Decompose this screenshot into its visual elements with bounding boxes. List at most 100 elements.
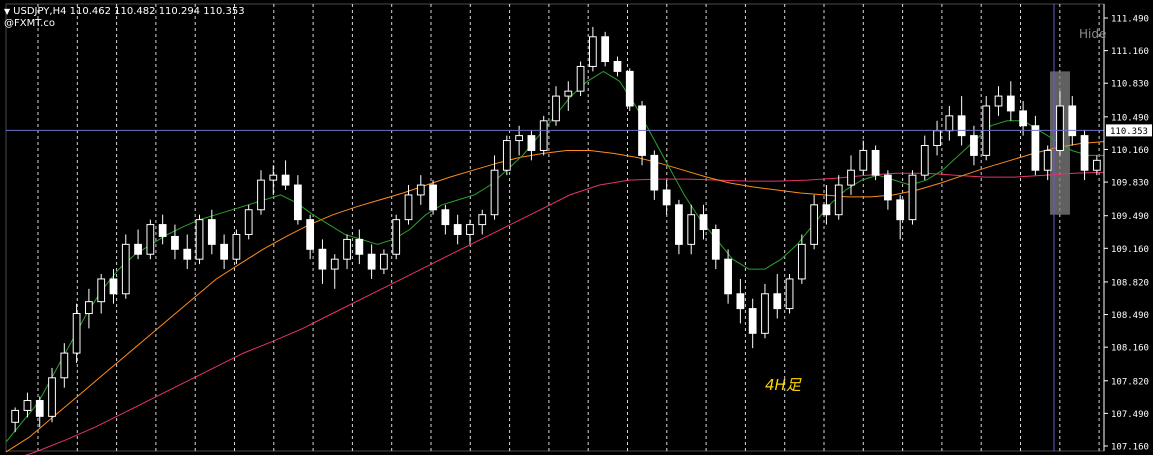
candle-body	[908, 174, 917, 221]
candle-body	[453, 224, 462, 235]
hide-button[interactable]: Hide	[1079, 27, 1106, 41]
candle-body	[613, 60, 622, 72]
candle-body	[687, 214, 696, 245]
candle-body	[552, 95, 560, 122]
symbol-line: ▼ USDJPY,H4 110.462 110.482 110.294 110.3…	[4, 6, 245, 18]
candle-body	[343, 238, 351, 260]
candle-body	[785, 278, 794, 310]
candle-body	[834, 184, 843, 216]
candle-body	[1019, 110, 1027, 127]
candle-body	[699, 214, 708, 231]
candle-body	[257, 179, 265, 211]
reference-lines	[6, 4, 1104, 451]
candle-body	[564, 90, 573, 97]
candle-body	[502, 140, 511, 171]
candle-body	[121, 243, 130, 295]
candle-body	[466, 224, 474, 235]
candle-body	[367, 253, 376, 270]
y-tick-label: 107.820	[1111, 377, 1149, 387]
candle-body	[1043, 149, 1052, 171]
candle-body	[146, 224, 155, 255]
candle-body	[97, 278, 106, 303]
candle-body	[601, 36, 610, 62]
candle-body	[244, 209, 253, 235]
candle-body	[1068, 105, 1077, 137]
candle-body	[416, 184, 425, 196]
candle-body	[1080, 135, 1089, 171]
y-tick-label: 111.160	[1111, 47, 1149, 57]
candle-body	[859, 149, 868, 171]
candle-body	[441, 209, 450, 226]
candle-body	[318, 248, 327, 270]
y-tick-label: 108.820	[1111, 278, 1149, 288]
candle-body	[970, 135, 978, 156]
y-tick-label: 108.160	[1111, 344, 1149, 354]
candle-body	[23, 400, 32, 411]
candle-body	[994, 95, 1003, 107]
candle-body	[945, 115, 954, 132]
candle-body	[515, 135, 524, 142]
candle-body	[158, 224, 167, 237]
candle-body	[884, 174, 892, 201]
candle-body	[675, 204, 683, 245]
candle-body	[1092, 159, 1101, 171]
candle-body	[748, 308, 757, 334]
candle-body	[957, 115, 966, 137]
candle-body	[871, 149, 880, 176]
candle-body	[35, 400, 44, 417]
chart-header: ▼ USDJPY,H4 110.462 110.482 110.294 110.3…	[4, 6, 245, 30]
y-tick-label: 110.490	[1111, 113, 1149, 123]
candle-body	[810, 204, 819, 245]
candle-body	[109, 278, 118, 295]
candle-body	[896, 199, 905, 221]
candle-body	[85, 301, 93, 315]
candle-body	[355, 238, 364, 255]
candle-body	[195, 219, 204, 260]
candle-body	[60, 352, 69, 379]
candle-body	[797, 243, 806, 280]
broker-label: @FXMT.co	[4, 18, 55, 29]
y-tick-label: 109.160	[1111, 245, 1149, 255]
candle-body	[527, 135, 536, 151]
candle-body	[724, 258, 732, 295]
candle-body	[773, 293, 782, 310]
candle-body	[429, 184, 437, 211]
candle-body	[293, 184, 302, 221]
candle-body	[72, 313, 81, 354]
price-chart[interactable]: 111.490 111.160 110.830 110.490 110.160 109.8…	[0, 0, 1153, 455]
candle-body	[404, 194, 413, 221]
y-tick-label: 108.490	[1111, 311, 1149, 321]
price-axis: 111.490 111.160 110.830 110.490 110.160 109.8…	[1103, 4, 1152, 453]
timeframe-annotation: 4H足	[765, 376, 801, 394]
candle-body	[330, 258, 339, 270]
chart-window[interactable]: 111.490 111.160 110.830 110.490 110.160 109.8…	[0, 0, 1153, 455]
y-tick-label: 110.160	[1111, 146, 1149, 156]
candle-body	[48, 377, 56, 417]
candle-body	[1056, 105, 1064, 151]
candle-body	[1006, 95, 1015, 112]
ma-mid-line	[5, 141, 1105, 453]
symbol-quote: USDJPY,H4 110.462 110.482 110.294 110.35…	[13, 6, 245, 17]
candle-body	[11, 409, 20, 423]
candles	[11, 26, 1101, 433]
candle-body	[478, 214, 487, 226]
candle-body	[576, 65, 585, 92]
candle-body	[232, 233, 241, 260]
candle-body	[269, 174, 278, 181]
y-tick-label: 109.490	[1111, 212, 1149, 222]
candle-body	[822, 204, 831, 216]
candle-body	[662, 189, 671, 206]
current-price-label: 110.353	[1110, 127, 1148, 137]
candle-body	[711, 229, 720, 260]
ma-slow-line	[24, 171, 1105, 455]
y-tick-label: 109.830	[1111, 179, 1149, 189]
dropdown-triangle-icon[interactable]: ▼	[4, 7, 10, 16]
candle-body	[920, 145, 929, 176]
grid-lines	[5, 3, 1105, 452]
candle-body	[207, 219, 216, 245]
y-tick-label: 107.490	[1111, 410, 1149, 420]
candle-body	[306, 219, 315, 250]
candle-body	[220, 243, 228, 260]
candle-body	[490, 169, 499, 216]
candle-body	[650, 154, 659, 191]
